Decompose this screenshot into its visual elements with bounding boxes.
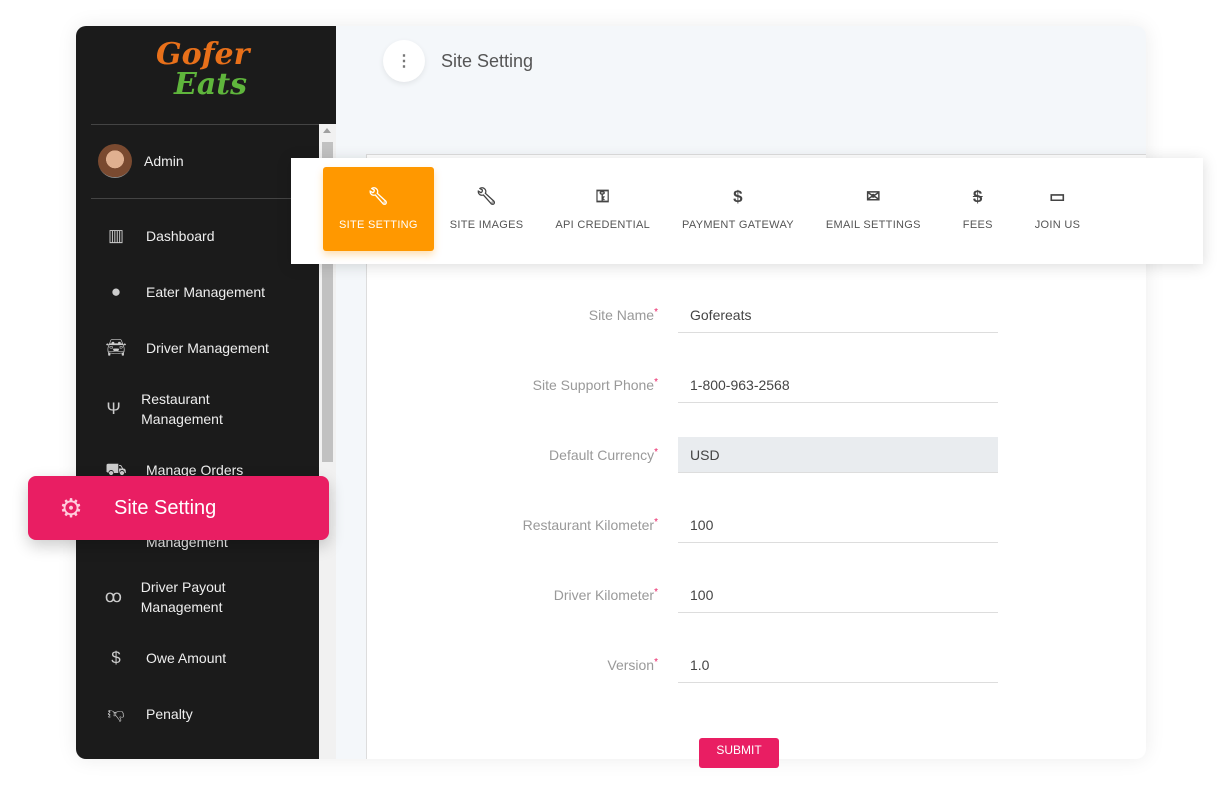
field-version: Version* — [380, 647, 1020, 683]
key-icon: ⚿ — [596, 187, 610, 206]
tab-site-images[interactable]: 🔧︎ SITE IMAGES — [434, 167, 540, 251]
divider — [91, 198, 321, 199]
version-input[interactable] — [678, 647, 998, 683]
devices-icon: ▭ — [1049, 187, 1066, 206]
dollar-icon: $ — [111, 648, 121, 667]
submit-button[interactable]: SUBMIT — [699, 738, 779, 768]
car-icon: 🚘︎ — [105, 338, 127, 357]
mail-icon: ✉ — [866, 187, 881, 206]
user-profile[interactable]: Admin — [98, 144, 184, 178]
sidebar-item-penalty[interactable]: 👎︎ Penalty — [104, 704, 192, 724]
dollar-icon: $ — [733, 187, 743, 206]
sidebar-item-owe-amount[interactable]: $ Owe Amount — [104, 648, 226, 668]
sidebar: Gofer Eats Admin ▥ Dashboard ● Eater Manage… — [76, 26, 336, 759]
default-currency-input — [678, 437, 998, 473]
field-default-currency: Default Currency* — [380, 437, 1020, 473]
divider — [91, 124, 321, 125]
sidebar-item-eater-management[interactable]: ● Eater Management — [104, 282, 265, 302]
account-circle-icon: ● — [110, 282, 122, 301]
avatar — [98, 144, 132, 178]
tab-api-credential[interactable]: ⚿ API CREDENTIAL — [539, 167, 666, 251]
motorcycle-icon: ꝏ — [104, 587, 123, 606]
thumbs-down-icon: 👎︎ — [107, 704, 125, 723]
tab-payment-gateway[interactable]: $ PAYMENT GATEWAY — [666, 167, 810, 251]
site-name-input[interactable] — [678, 297, 998, 333]
scroll-up-arrow-icon[interactable] — [323, 128, 331, 133]
site-support-phone-input[interactable] — [678, 367, 998, 403]
sidebar-item-dashboard[interactable]: ▥ Dashboard — [104, 226, 215, 246]
page-title: Site Setting — [441, 50, 534, 71]
wrench-icon: 🔧︎ — [367, 187, 390, 206]
more-vertical-icon[interactable]: ⋮ — [383, 40, 425, 82]
logo[interactable]: Gofer Eats — [156, 40, 266, 110]
field-restaurant-kilometer: Restaurant Kilometer* — [380, 507, 1020, 543]
settings-tabs: 🔧︎ SITE SETTING 🔧︎ SITE IMAGES ⚿ API CREDEN… — [291, 158, 1203, 264]
field-site-support-phone: Site Support Phone* — [380, 367, 1020, 403]
driver-kilometer-input[interactable] — [678, 577, 998, 613]
restaurant-icon: Ψ — [106, 399, 121, 418]
sidebar-item-restaurant-management[interactable]: Ψ Restaurant Management — [104, 389, 264, 429]
no-dollar-icon: $ — [972, 187, 983, 206]
user-name: Admin — [144, 153, 184, 169]
site-setting-highlight[interactable]: ⚙ Site Setting — [28, 476, 329, 540]
tab-join-us[interactable]: ▭ JOIN US — [1019, 167, 1097, 251]
sidebar-item-driver-management[interactable]: 🚘︎ Driver Management — [104, 338, 269, 358]
gear-icon: ⚙ — [59, 492, 83, 523]
sidebar-item-driver-payout-management[interactable]: ꝏ Driver Payout Management — [104, 577, 274, 617]
wrench-icon: 🔧︎ — [475, 187, 498, 206]
restaurant-kilometer-input[interactable] — [678, 507, 998, 543]
tab-email-settings[interactable]: ✉ EMAIL SETTINGS — [810, 167, 937, 251]
tab-site-setting[interactable]: 🔧︎ SITE SETTING — [323, 167, 434, 251]
field-driver-kilometer: Driver Kilometer* — [380, 577, 1020, 613]
bar-chart-icon: ▥ — [107, 226, 125, 245]
field-site-name: Site Name* — [380, 297, 1020, 333]
page-header: ⋮ Site Setting — [383, 40, 533, 82]
tab-fees[interactable]: $ FEES — [937, 167, 1019, 251]
